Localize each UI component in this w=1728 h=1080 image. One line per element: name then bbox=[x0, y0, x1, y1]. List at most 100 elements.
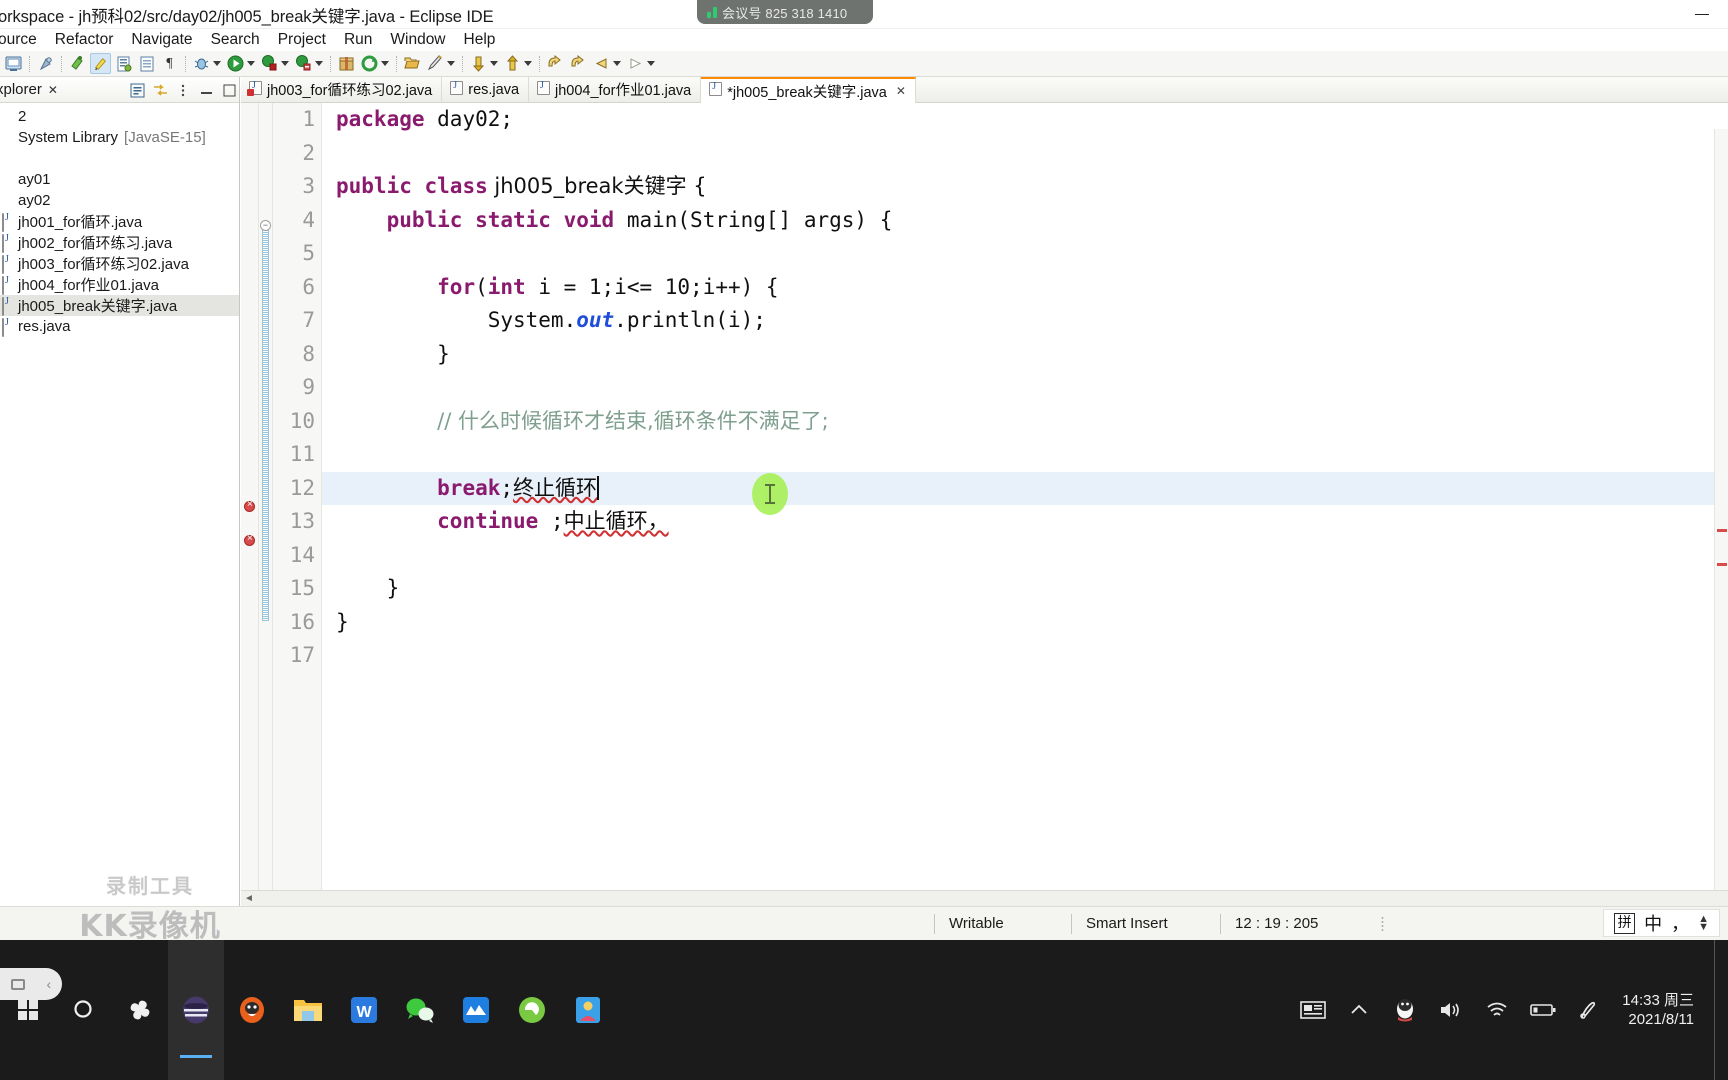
next-dropdown-icon[interactable] bbox=[524, 61, 532, 66]
editor-source-text[interactable]: package day02; public class jh005_break关… bbox=[322, 103, 1728, 914]
taskbar-wps-writer-icon[interactable]: W bbox=[336, 940, 392, 1080]
back-history-icon[interactable] bbox=[591, 53, 612, 74]
recorder-dock-bar[interactable]: ‹ bbox=[0, 968, 62, 1000]
status-resize-grip[interactable] bbox=[1381, 915, 1384, 932]
menu-refactor[interactable]: Refactor bbox=[46, 29, 123, 51]
code-line-7[interactable]: System.out.println(i); bbox=[322, 304, 1728, 338]
run-icon[interactable] bbox=[225, 53, 246, 74]
volume-icon[interactable] bbox=[1438, 997, 1464, 1023]
tree-item-file-jh005-selected[interactable]: jh005_break关键字.java bbox=[0, 295, 239, 316]
link-with-editor-icon[interactable] bbox=[152, 82, 168, 98]
debug-icon[interactable] bbox=[191, 53, 212, 74]
editor-horizontal-scrollbar[interactable]: ◄ bbox=[241, 890, 1728, 906]
package-explorer-tab[interactable]: xplorer ✕ bbox=[0, 77, 239, 103]
code-line-5[interactable] bbox=[322, 237, 1728, 271]
ime-mode-icon[interactable]: 拼 bbox=[1614, 912, 1636, 934]
menu-search[interactable]: Search bbox=[202, 29, 269, 51]
start-button[interactable] bbox=[0, 940, 56, 1080]
battery-icon[interactable] bbox=[1530, 997, 1556, 1023]
taskbar-contacts-icon[interactable] bbox=[560, 940, 616, 1080]
editor-marker-column[interactable] bbox=[241, 103, 259, 914]
editor-tab-jh005-active[interactable]: *jh005_break关键字.java ✕ bbox=[701, 77, 916, 103]
maximize-view-icon[interactable] bbox=[221, 82, 237, 98]
debug-dropdown-icon[interactable] bbox=[213, 61, 221, 66]
ime-indicator[interactable]: 拼 中 ， ▲ ▼ bbox=[1603, 909, 1720, 937]
editor-folding-column[interactable]: − bbox=[259, 103, 273, 914]
tree-item-package-day01[interactable]: ay01 bbox=[0, 169, 239, 190]
code-line-9[interactable] bbox=[322, 371, 1728, 405]
editor-tab-res[interactable]: res.java bbox=[442, 77, 530, 102]
taskbar-cortana-icon[interactable] bbox=[112, 940, 168, 1080]
taskbar-file-explorer-icon[interactable] bbox=[280, 940, 336, 1080]
taskbar-xunlei-icon[interactable] bbox=[448, 940, 504, 1080]
tree-item-file-jh001[interactable]: jh001_for循环.java bbox=[0, 211, 239, 232]
qq-icon[interactable] bbox=[1392, 997, 1418, 1023]
tree-item-file-res[interactable]: res.java bbox=[0, 316, 239, 337]
show-hidden-icons-icon[interactable] bbox=[1346, 997, 1372, 1023]
fold-collapse-icon-line-4[interactable]: − bbox=[260, 220, 271, 231]
external-tools-icon[interactable] bbox=[259, 53, 280, 74]
ime-punctuation-icon[interactable]: ， bbox=[1671, 910, 1689, 936]
tree-item-project[interactable]: 2 bbox=[0, 106, 239, 127]
code-line-12[interactable]: break;终止循环 bbox=[322, 471, 1728, 505]
menu-navigate[interactable]: Navigate bbox=[122, 29, 201, 51]
toggle-highlight-icon[interactable] bbox=[90, 53, 111, 74]
code-line-1[interactable]: package day02; bbox=[322, 103, 1728, 137]
taskbar-wechat-icon[interactable] bbox=[392, 940, 448, 1080]
editor-tab-jh003[interactable]: jh003_for循环练习02.java bbox=[241, 77, 443, 102]
search-dropdown-icon[interactable] bbox=[447, 61, 455, 66]
recorder-window-icon[interactable] bbox=[10, 978, 25, 990]
package-explorer-close-icon[interactable]: ✕ bbox=[48, 83, 58, 97]
menu-source[interactable]: ource bbox=[0, 29, 46, 51]
annotation-dropdown-icon[interactable] bbox=[490, 61, 498, 66]
menu-window[interactable]: Window bbox=[381, 29, 454, 51]
overview-error-mark[interactable] bbox=[1717, 563, 1727, 566]
code-line-3[interactable]: public class jh005_break关键字 { bbox=[322, 170, 1728, 204]
back-icon[interactable] bbox=[545, 53, 566, 74]
coverage-dropdown-icon[interactable] bbox=[315, 61, 323, 66]
scroll-left-icon[interactable]: ◄ bbox=[241, 893, 257, 904]
menu-project[interactable]: Project bbox=[269, 29, 335, 51]
code-line-10[interactable]: // 什么时候循环才结束,循环条件不满足了; bbox=[322, 405, 1728, 439]
collapse-all-icon[interactable] bbox=[129, 82, 145, 98]
code-line-14[interactable] bbox=[322, 539, 1728, 573]
taskbar-eclipse-icon[interactable] bbox=[168, 940, 224, 1080]
editor-overview-ruler[interactable] bbox=[1714, 129, 1728, 940]
ime-expand-icon[interactable]: ▲ ▼ bbox=[1698, 914, 1709, 933]
back-history-dropdown-icon[interactable] bbox=[613, 61, 621, 66]
tree-item-file-jh004[interactable]: jh004_for作业01.java bbox=[0, 274, 239, 295]
pen-icon[interactable] bbox=[1576, 997, 1602, 1023]
code-line-16[interactable]: } bbox=[322, 606, 1728, 640]
forward-history-icon[interactable] bbox=[625, 53, 646, 74]
code-line-6[interactable]: for(int i = 1;i<= 10;i++) { bbox=[322, 271, 1728, 305]
view-menu-icon[interactable] bbox=[175, 82, 191, 98]
code-line-4[interactable]: public static void main(String[] args) { bbox=[322, 204, 1728, 238]
tree-item-package-day02[interactable]: ay02 bbox=[0, 190, 239, 211]
taskbar-clock[interactable]: 14:33 周三 2021/8/11 bbox=[1622, 991, 1694, 1029]
save-icon[interactable] bbox=[35, 53, 56, 74]
error-marker-line-13[interactable] bbox=[244, 533, 255, 546]
code-line-11[interactable] bbox=[322, 438, 1728, 472]
code-line-2[interactable] bbox=[322, 137, 1728, 171]
editor-tab-close-icon[interactable]: ✕ bbox=[896, 84, 906, 98]
previous-annotation-icon[interactable] bbox=[468, 53, 489, 74]
toggle-mark-occurrences-icon[interactable] bbox=[67, 53, 88, 74]
show-desktop-button[interactable] bbox=[1714, 940, 1722, 1080]
tree-item-file-jh002[interactable]: jh002_for循环练习.java bbox=[0, 232, 239, 253]
show-whitespace-icon[interactable] bbox=[136, 53, 157, 74]
external-tools-dropdown-icon[interactable] bbox=[281, 61, 289, 66]
forward-icon[interactable] bbox=[568, 53, 589, 74]
pilcrow-icon[interactable]: ¶ bbox=[159, 53, 180, 74]
overview-error-mark[interactable] bbox=[1717, 529, 1727, 532]
code-editor[interactable]: − 1 2 3 4 5 6 7 8 9 10 11 12 13 14 15 16… bbox=[241, 103, 1728, 940]
open-type-icon[interactable] bbox=[402, 53, 423, 74]
error-marker-line-12[interactable] bbox=[244, 499, 255, 512]
next-annotation-icon[interactable] bbox=[502, 53, 523, 74]
minimize-button[interactable] bbox=[1676, 0, 1728, 29]
coverage-icon[interactable] bbox=[293, 53, 314, 74]
wifi-icon[interactable] bbox=[1484, 997, 1510, 1023]
taskbar-firefox-icon[interactable] bbox=[224, 940, 280, 1080]
run-dropdown-icon[interactable] bbox=[247, 61, 255, 66]
menu-run[interactable]: Run bbox=[335, 29, 381, 51]
tree-item-file-jh003[interactable]: jh003_for循环练习02.java bbox=[0, 253, 239, 274]
